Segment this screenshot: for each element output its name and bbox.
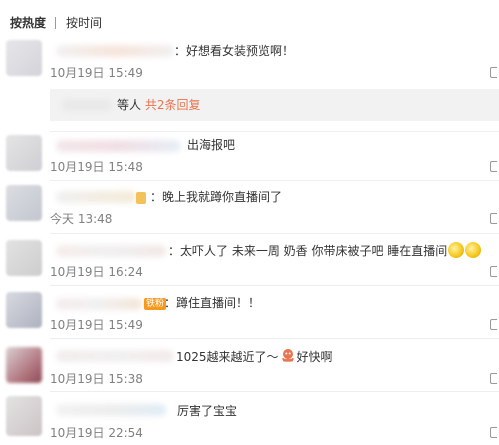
divider bbox=[50, 391, 499, 392]
comment-time: 10月19日 22:54 bbox=[50, 426, 143, 440]
avatar[interactable] bbox=[6, 185, 42, 221]
reply-icon[interactable] bbox=[490, 67, 497, 78]
avatar[interactable] bbox=[6, 396, 42, 436]
username-blurred[interactable] bbox=[56, 140, 181, 152]
divider bbox=[50, 180, 499, 181]
username-blurred[interactable] bbox=[56, 45, 174, 57]
comment-time: 10月19日 15:49 bbox=[50, 66, 143, 80]
comment-time: 10月19日 15:49 bbox=[50, 318, 143, 332]
comment-time: 今天 13:48 bbox=[50, 212, 113, 226]
avatar[interactable] bbox=[6, 40, 42, 76]
comment-time: 10月19日 15:48 bbox=[50, 160, 143, 174]
divider bbox=[50, 285, 499, 286]
comment-text: ：蹲住直播间！！ bbox=[164, 296, 261, 310]
comment-text: 1025越来越近了～ bbox=[176, 350, 279, 364]
grin-emoji-icon bbox=[448, 242, 465, 258]
reply-avatars-blurred bbox=[62, 99, 112, 111]
sort-bar: 按热度 按时间 bbox=[10, 14, 102, 32]
sort-by-time-tab[interactable]: 按时间 bbox=[66, 14, 102, 32]
reply-icon[interactable] bbox=[490, 213, 497, 224]
reply-icon[interactable] bbox=[490, 161, 497, 172]
divider bbox=[50, 131, 499, 132]
username-blurred[interactable] bbox=[56, 245, 166, 257]
reply-summary: 等人 共2条回复 bbox=[50, 89, 499, 121]
fan-badge bbox=[136, 192, 146, 204]
comment-time: 10月19日 15:38 bbox=[50, 372, 143, 386]
username-blurred[interactable] bbox=[56, 298, 142, 310]
avatar[interactable] bbox=[6, 292, 42, 328]
divider bbox=[50, 233, 499, 234]
username-blurred[interactable] bbox=[56, 191, 136, 203]
avatar[interactable] bbox=[6, 347, 42, 383]
username-blurred[interactable] bbox=[56, 404, 166, 416]
avatar[interactable] bbox=[6, 240, 42, 276]
divider bbox=[50, 338, 499, 339]
comment-text: 好快啊 bbox=[296, 350, 333, 364]
comment-text: ：晚上我就蹲你直播间了 bbox=[150, 190, 283, 204]
sort-by-hot-tab[interactable]: 按热度 bbox=[10, 14, 46, 32]
reply-icon[interactable] bbox=[490, 319, 497, 330]
comment-text: 厉害了宝宝 bbox=[177, 404, 238, 418]
comment-text: 出海报吧 bbox=[187, 138, 236, 152]
fan-badge: 铁粉 bbox=[144, 298, 167, 310]
username-blurred[interactable] bbox=[56, 350, 174, 362]
comment-text: ：好想看女装预览啊！ bbox=[174, 44, 295, 58]
reply-count-link[interactable]: 共2条回复 bbox=[145, 98, 201, 112]
reply-icon[interactable] bbox=[490, 266, 497, 277]
octopus-emoji-icon bbox=[281, 349, 294, 362]
comment-time: 10月19日 16:24 bbox=[50, 265, 143, 279]
reply-icon[interactable] bbox=[490, 373, 497, 384]
grin-emoji-icon bbox=[465, 242, 482, 258]
avatar[interactable] bbox=[6, 135, 42, 171]
sort-divider bbox=[55, 17, 57, 29]
reply-icon[interactable] bbox=[490, 427, 497, 438]
comment-text: ：太吓人了 未来一周 奶香 你带床被子吧 睡在直播间 bbox=[168, 244, 448, 258]
reply-summary-prefix: 等人 bbox=[117, 98, 142, 112]
